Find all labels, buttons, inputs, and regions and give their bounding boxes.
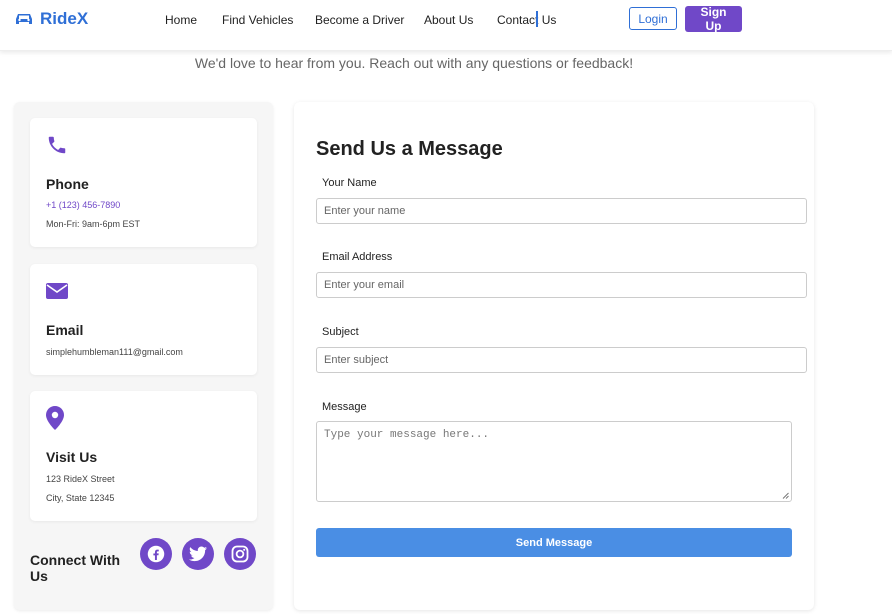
signup-button[interactable]: Sign Up xyxy=(685,5,742,33)
street-address: 123 RideX Street xyxy=(46,474,115,484)
phone-hours: Mon-Fri: 9am-6pm EST xyxy=(46,219,141,229)
message-textarea[interactable]: Type your message here... xyxy=(316,421,792,502)
visit-title: Visit Us xyxy=(46,449,98,465)
navbar: RideX Home Find Vehicles Become a Driver… xyxy=(0,0,892,51)
email-address[interactable]: simplehumbleman111@gmail.com xyxy=(46,347,183,357)
message-label: Message xyxy=(322,401,367,413)
nav-find-vehicles[interactable]: Find Vehicles xyxy=(222,13,293,27)
envelope-icon xyxy=(46,283,68,299)
instagram-icon xyxy=(231,545,249,563)
email-card: Email simplehumbleman111@gmail.com xyxy=(30,264,257,375)
email-label: Email Address xyxy=(322,251,393,263)
name-input[interactable]: Enter your name xyxy=(316,198,807,224)
facebook-icon xyxy=(147,545,165,563)
facebook-button[interactable] xyxy=(140,538,172,570)
nav-become-driver[interactable]: Become a Driver xyxy=(315,13,404,27)
form-title: Send Us a Message xyxy=(316,138,503,160)
phone-title: Phone xyxy=(46,176,89,192)
email-input[interactable]: Enter your email xyxy=(316,272,807,298)
subject-label: Subject xyxy=(322,326,359,338)
phone-icon xyxy=(48,136,66,154)
name-label: Your Name xyxy=(322,177,377,189)
connect-title: Connect With Us xyxy=(30,552,121,584)
visit-card: Visit Us 123 RideX Street City, State 12… xyxy=(30,391,257,521)
brand-logo[interactable]: RideX xyxy=(14,9,88,29)
brand-name: RideX xyxy=(40,9,89,28)
instagram-button[interactable] xyxy=(224,538,256,570)
nav-home[interactable]: Home xyxy=(165,13,197,27)
twitter-icon xyxy=(189,546,207,562)
email-title: Email xyxy=(46,322,84,338)
phone-card: Phone +1 (123) 456-7890 Mon-Fri: 9am-6pm… xyxy=(30,118,257,247)
map-pin-icon xyxy=(46,406,64,430)
login-button[interactable]: Login xyxy=(629,7,677,30)
resize-handle-icon[interactable] xyxy=(782,492,789,499)
message-placeholder: Type your message here... xyxy=(324,429,490,441)
contact-form: Send Us a Message Your Name Enter your n… xyxy=(294,102,814,610)
send-message-button[interactable]: Send Message xyxy=(316,528,792,557)
city-state: City, State 12345 xyxy=(46,493,115,503)
text-cursor xyxy=(536,11,538,27)
page-subtitle: We'd love to hear from you. Reach out wi… xyxy=(194,55,634,71)
subject-input[interactable]: Enter subject xyxy=(316,347,807,373)
nav-about-us[interactable]: About Us xyxy=(424,13,473,27)
nav-contact-us[interactable]: Contact Us xyxy=(497,13,556,27)
contact-info-panel: Phone +1 (123) 456-7890 Mon-Fri: 9am-6pm… xyxy=(14,102,273,610)
phone-number[interactable]: +1 (123) 456-7890 xyxy=(46,200,120,210)
car-icon xyxy=(16,14,32,24)
twitter-button[interactable] xyxy=(182,538,214,570)
